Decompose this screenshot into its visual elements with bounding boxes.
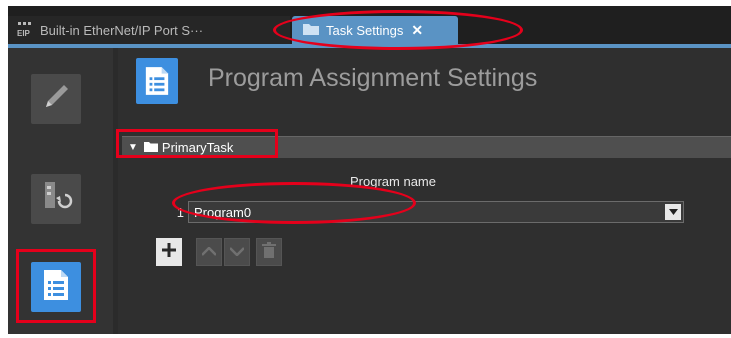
move-down-button[interactable] [224,238,250,266]
delete-program-button[interactable] [256,238,282,266]
highlight-ring-program-row [172,182,416,224]
dropdown-arrow-icon[interactable] [665,204,681,220]
page-title: Program Assignment Settings [208,64,538,92]
transfer-icon [39,179,73,220]
svg-text:EIP: EIP [17,29,31,37]
eip-port-icon: EIP [16,21,34,40]
edit-button[interactable] [31,74,81,124]
app-window: EIP Built-in EtherNet/IP Port S··· Task … [8,6,731,334]
row-actions-toolbar [156,238,288,266]
transfer-button[interactable] [31,174,81,224]
move-down-icon [229,243,245,261]
delete-icon [262,241,276,263]
add-icon [162,242,176,262]
highlight-ring-task-settings-tab [273,10,523,50]
tab-label: Built-in EtherNet/IP Port S··· [40,22,204,38]
move-up-icon [201,243,217,261]
add-program-button[interactable] [156,238,182,266]
program-assignment-icon [136,58,178,104]
highlight-box-program-button [16,249,96,323]
tab-ethernet-ip-port[interactable]: EIP Built-in EtherNet/IP Port S··· [8,16,290,44]
edit-pencil-icon [39,80,73,119]
highlight-box-primarytask [116,129,278,158]
move-up-button[interactable] [196,238,222,266]
